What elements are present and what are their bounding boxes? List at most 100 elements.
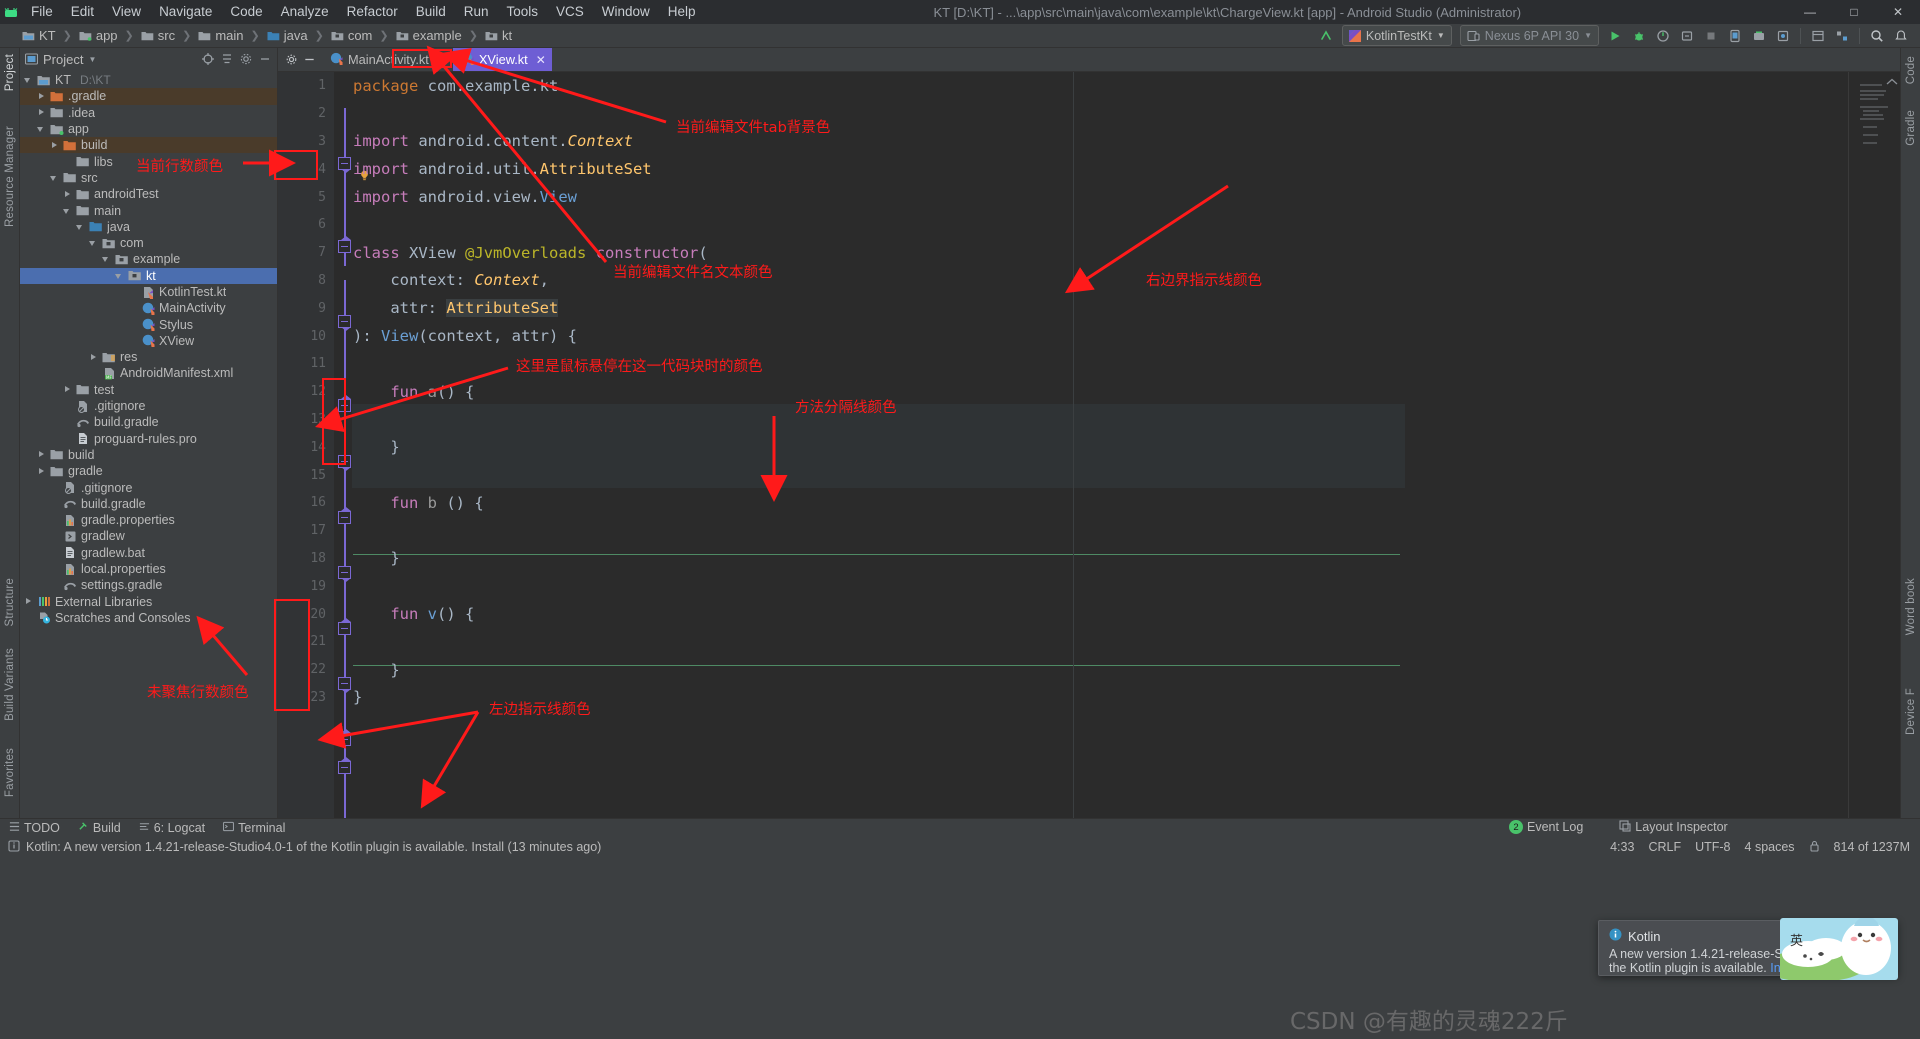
breadcrumb-item-src[interactable]: src — [139, 28, 177, 43]
line-number[interactable]: 14 — [278, 440, 326, 455]
close-icon[interactable]: ✕ — [536, 53, 546, 67]
code-line[interactable]: 21 — [278, 628, 1900, 656]
tree-item-res[interactable]: res — [20, 349, 277, 365]
menu-tools[interactable]: Tools — [498, 0, 548, 24]
stop-button[interactable] — [1700, 25, 1722, 47]
project-structure-icon[interactable] — [1831, 25, 1853, 47]
lock-icon[interactable] — [1809, 840, 1820, 855]
line-number[interactable]: 9 — [278, 301, 326, 316]
chevron-down-icon[interactable] — [24, 76, 33, 85]
layout-inspector-button[interactable]: Layout Inspector — [1610, 818, 1736, 836]
line-number[interactable]: 16 — [278, 495, 326, 510]
tree-item-xview[interactable]: XView — [20, 333, 277, 349]
code-line[interactable]: 13 — [278, 406, 1900, 434]
tree-item-scratches-and-consoles[interactable]: Scratches and Consoles — [20, 610, 277, 626]
chevron-right-icon[interactable] — [63, 385, 72, 394]
line-number[interactable]: 3 — [278, 134, 326, 149]
code-line[interactable]: 18 } — [278, 545, 1900, 573]
notifications-icon[interactable] — [1890, 25, 1912, 47]
tree-item-test[interactable]: test — [20, 382, 277, 398]
chevron-right-icon[interactable] — [37, 450, 46, 459]
window-controls[interactable]: — □ ✕ — [1788, 0, 1920, 24]
tree-item-kt[interactable]: kt — [20, 267, 277, 284]
code-text[interactable]: fun b () { — [353, 494, 1900, 512]
sidebar-item-favorites[interactable]: Favorites — [0, 748, 20, 797]
code-text[interactable]: class XView @JvmOverloads constructor( — [353, 244, 1900, 262]
chevron-right-icon[interactable] — [37, 108, 46, 117]
tree-item-gradle[interactable]: gradle — [20, 463, 277, 479]
sidebar-item-code[interactable]: Code — [1901, 56, 1920, 84]
code-line[interactable]: 7 class XView @JvmOverloads constructor( — [278, 239, 1900, 267]
chevron-right-icon[interactable] — [63, 190, 72, 199]
tree-item-local-properties[interactable]: local.properties — [20, 561, 277, 577]
chevron-right-icon[interactable] — [24, 597, 33, 606]
status-message[interactable]: Kotlin: A new version 1.4.21-release-Stu… — [26, 840, 601, 854]
tree-item-app[interactable]: app — [20, 121, 277, 137]
sidebar-item-structure[interactable]: Structure — [0, 578, 20, 626]
menu-analyze[interactable]: Analyze — [272, 0, 338, 24]
breadcrumb-item-example[interactable]: example — [394, 28, 464, 43]
project-tree[interactable]: KT D:\KT .gradle .idea app build libs src androi… — [20, 70, 277, 818]
tree-item-example[interactable]: example — [20, 251, 277, 267]
avd-manager-icon[interactable] — [1724, 25, 1746, 47]
caret-position[interactable]: 4:33 — [1610, 840, 1634, 854]
right-tool-window-bar[interactable]: Code Gradle Word book Device F — [1900, 48, 1920, 818]
line-number[interactable]: 8 — [278, 273, 326, 288]
chevron-right-icon[interactable] — [50, 141, 59, 150]
chevron-down-icon[interactable] — [50, 173, 59, 182]
ime-floating-widget[interactable]: 英 — [1780, 918, 1898, 980]
settings-gear-icon[interactable] — [238, 51, 254, 67]
code-line[interactable]: 4 import android.util.AttributeSet — [278, 155, 1900, 183]
code-text[interactable]: import android.util.AttributeSet — [353, 160, 1900, 178]
scroll-from-source-icon[interactable] — [200, 51, 216, 67]
indent-setting[interactable]: 4 spaces — [1745, 840, 1795, 854]
tree-item-gradlew[interactable]: gradlew — [20, 528, 277, 544]
tree-item-gradle-properties[interactable]: gradle.properties — [20, 512, 277, 528]
code-text[interactable]: } — [353, 549, 1900, 567]
breadcrumb-item-kt-package[interactable]: kt — [483, 28, 514, 43]
breadcrumb-item-kt-root[interactable]: KT — [20, 28, 58, 43]
device-selector[interactable]: Nexus 6P API 30 ▼ — [1459, 25, 1599, 46]
code-line[interactable]: 6 — [278, 211, 1900, 239]
minimize-button[interactable]: — — [1788, 0, 1832, 24]
bottom-tab-todo[interactable]: TODO — [0, 819, 69, 837]
code-text[interactable]: fun v() { — [353, 605, 1900, 623]
line-number[interactable]: 17 — [278, 523, 326, 538]
code-line[interactable]: 8 context: Context, — [278, 267, 1900, 295]
line-number[interactable]: 5 — [278, 190, 326, 205]
menu-help[interactable]: Help — [659, 0, 705, 24]
code-line[interactable]: 10): View(context, attr) { — [278, 322, 1900, 350]
code-text[interactable]: } — [353, 661, 1900, 679]
code-line[interactable]: 14 } — [278, 433, 1900, 461]
avd-device-icon[interactable] — [1772, 25, 1794, 47]
code-line[interactable]: 3 import android.content.Context — [278, 128, 1900, 156]
tree-item-build[interactable]: build — [20, 447, 277, 463]
memory-indicator[interactable]: 814 of 1237M — [1834, 840, 1910, 854]
tree-item-main[interactable]: main — [20, 202, 277, 218]
code-minimap[interactable] — [1858, 82, 1892, 152]
run-configuration-selector[interactable]: KotlinTestKt ▼ — [1341, 25, 1452, 46]
code-text[interactable]: context: Context, — [353, 271, 1900, 289]
status-message-area[interactable]: Kotlin: A new version 1.4.21-release-Stu… — [0, 839, 601, 855]
chevron-down-icon[interactable] — [37, 125, 46, 134]
code-text[interactable]: attr: AttributeSet — [353, 299, 1900, 318]
tree-item-mainactivity[interactable]: MainActivity — [20, 300, 277, 316]
breadcrumb-item-main[interactable]: main — [196, 28, 245, 43]
code-line[interactable]: 15 — [278, 461, 1900, 489]
left-tool-window-bar[interactable]: Project Resource Manager Structure Build… — [0, 48, 20, 818]
code-text[interactable]: } — [353, 438, 1900, 456]
line-number[interactable]: 7 — [278, 245, 326, 260]
chevron-down-icon[interactable] — [102, 255, 111, 264]
code-line[interactable]: 22 } — [278, 656, 1900, 684]
breadcrumb[interactable]: KT ❯ app ❯ src ❯ main ❯ java ❯ com ❯ exa… — [0, 24, 514, 48]
tree-item-java[interactable]: java — [20, 219, 277, 235]
code-text[interactable]: import android.content.Context — [353, 132, 1900, 150]
line-number[interactable]: 1 — [278, 78, 326, 93]
sidebar-item-build-variants[interactable]: Build Variants — [0, 648, 20, 721]
sidebar-item-resource-manager[interactable]: Resource Manager — [0, 126, 20, 227]
code-line[interactable]: 17 — [278, 517, 1900, 545]
menu-code[interactable]: Code — [221, 0, 271, 24]
tree-item-build-gradle[interactable]: build.gradle — [20, 496, 277, 512]
tree-item--gitignore[interactable]: .gitignore — [20, 479, 277, 495]
tree-item-androidtest[interactable]: androidTest — [20, 186, 277, 202]
